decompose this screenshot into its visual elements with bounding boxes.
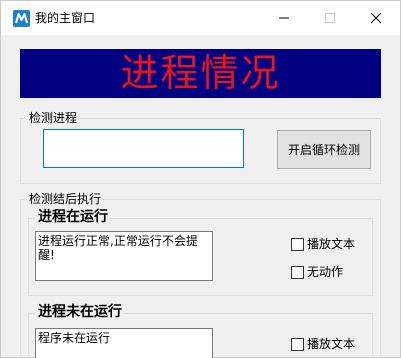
detect-group-label: 检测进程 [27, 111, 80, 125]
process-name-input[interactable] [43, 129, 244, 168]
window-title: 我的主窗口 [35, 11, 96, 25]
title-bar[interactable]: 我的主窗口 [1, 1, 400, 35]
running-subgroup-title: 进程在运行 [36, 209, 110, 225]
not-running-message-text[interactable]: 程序未在运行 [35, 328, 213, 358]
checkbox-label: 无动作 [307, 265, 344, 279]
close-icon [370, 12, 382, 24]
running-no-action-option[interactable]: 无动作 [291, 265, 343, 279]
main-window: 我的主窗口 进程情况 检测进程 开启循环检测 检测结后执行 进程在运行 进程运行… [0, 0, 401, 358]
checkbox-label: 播放文本 [307, 337, 356, 351]
checkbox[interactable] [291, 265, 304, 279]
checkbox[interactable] [291, 337, 304, 351]
app-logo-icon [13, 10, 30, 27]
minimize-button[interactable] [261, 1, 307, 35]
checkbox[interactable] [291, 237, 304, 251]
minimize-icon [279, 17, 289, 19]
maximize-icon [325, 13, 335, 23]
status-banner: 进程情况 [20, 49, 381, 98]
after-detect-group-label: 检测结后执行 [27, 192, 104, 206]
checkbox-label: 播放文本 [307, 237, 356, 251]
banner-title: 进程情况 [120, 51, 281, 95]
close-button[interactable] [353, 1, 399, 35]
running-message-text[interactable]: 进程运行正常,正常运行不会提醒! [35, 231, 213, 281]
start-loop-detect-button[interactable]: 开启循环检测 [277, 130, 371, 169]
not-running-play-text-option[interactable]: 播放文本 [291, 337, 355, 351]
not-running-subgroup-title: 进程未在运行 [36, 304, 124, 320]
running-play-text-option[interactable]: 播放文本 [291, 237, 355, 251]
maximize-button[interactable] [307, 1, 353, 35]
